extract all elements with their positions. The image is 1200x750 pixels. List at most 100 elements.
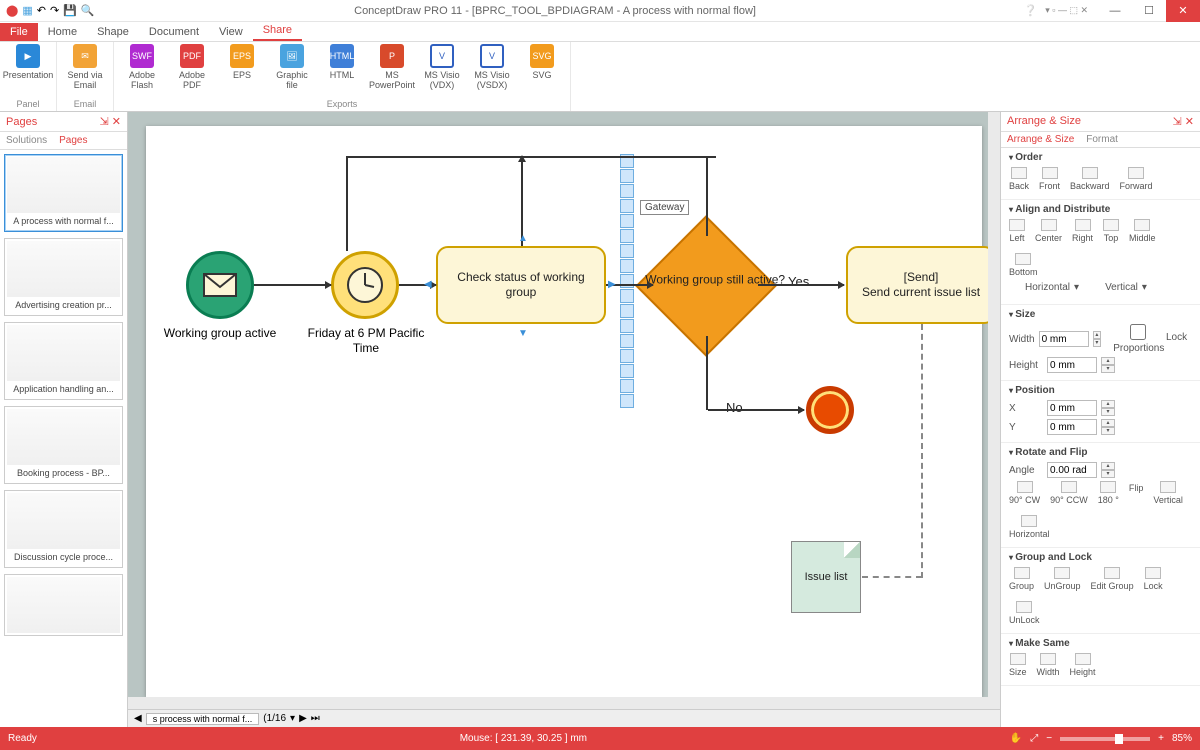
order-front-button[interactable]: Front	[1039, 167, 1060, 191]
order-back-button[interactable]: Back	[1009, 167, 1029, 191]
align-bottom-button[interactable]: Bottom	[1009, 253, 1038, 277]
qat-undo-icon[interactable]: ↶	[37, 4, 46, 17]
task-check-status[interactable]: Check status of working group	[436, 246, 606, 324]
direction-handle-down[interactable]: ▼	[518, 328, 528, 339]
order-forward-button[interactable]: Forward	[1120, 167, 1153, 191]
connector[interactable]	[346, 156, 348, 251]
pos-y-input[interactable]	[1047, 419, 1097, 435]
page-thumb-3[interactable]: Application handling an...	[4, 322, 123, 400]
task-send-issue[interactable]: [Send]Send current issue list	[846, 246, 996, 324]
connector[interactable]	[706, 156, 708, 236]
association[interactable]	[921, 324, 923, 578]
zoom-fit-icon[interactable]: ⤢	[1030, 733, 1038, 744]
rotate-cw-button[interactable]: 90° CW	[1009, 481, 1040, 505]
page-thumb-2[interactable]: Advertising creation pr...	[4, 238, 123, 316]
ungroup-button[interactable]: UnGroup	[1044, 567, 1081, 591]
pages-close-icon[interactable]: ✕	[112, 116, 121, 128]
tab-view[interactable]: View	[209, 23, 253, 41]
qat-new-icon[interactable]: ▦	[22, 4, 32, 17]
direction-handle-right[interactable]: ▶	[608, 279, 616, 290]
connector[interactable]	[706, 336, 708, 410]
arrange-pin-icon[interactable]: ⇲	[1173, 116, 1182, 128]
rotate-ccw-button[interactable]: 90° CCW	[1050, 481, 1088, 505]
height-input[interactable]	[1047, 357, 1097, 373]
export-vsdx-button[interactable]: VMS Visio (VSDX)	[470, 44, 514, 99]
page-thumb-5[interactable]: Discussion cycle proce...	[4, 490, 123, 568]
end-event[interactable]	[806, 386, 854, 434]
export-html-button[interactable]: HTMLHTML	[320, 44, 364, 99]
connector[interactable]	[346, 156, 716, 158]
tab-file[interactable]: File	[0, 23, 38, 41]
same-size-button[interactable]: Size	[1009, 653, 1027, 677]
export-pdf-button[interactable]: PDFAdobe PDF	[170, 44, 214, 99]
angle-input[interactable]	[1047, 462, 1097, 478]
qat-find-icon[interactable]: 🔍	[81, 4, 95, 17]
pages-pin-icon[interactable]: ⇲	[100, 116, 109, 128]
export-flash-button[interactable]: SWFAdobe Flash	[120, 44, 164, 99]
export-ppt-button[interactable]: PMS PowerPoint	[370, 44, 414, 99]
pages-tab[interactable]: Pages	[53, 133, 93, 148]
tab-share[interactable]: Share	[253, 21, 302, 41]
canvas-area[interactable]: Working group active Friday at 6 PM Paci…	[128, 112, 1000, 727]
rotate-180-button[interactable]: 180 °	[1098, 481, 1119, 505]
direction-handle-left[interactable]: ◀	[424, 279, 432, 290]
sheet-tab[interactable]: s process with normal f...	[146, 713, 260, 725]
start-event[interactable]	[186, 251, 254, 319]
distribute-vertical[interactable]: Vertical	[1105, 282, 1138, 293]
format-tab[interactable]: Format	[1080, 132, 1124, 147]
pos-x-input[interactable]	[1047, 400, 1097, 416]
width-input[interactable]	[1039, 331, 1089, 347]
association[interactable]	[862, 576, 922, 578]
sheet-dropdown[interactable]: ▾	[290, 713, 295, 724]
send-email-button[interactable]: ✉Send via Email	[63, 44, 107, 99]
sheet-nav-next[interactable]: ▶	[299, 713, 307, 724]
gateway-shape[interactable]: Working group still active?	[656, 236, 756, 336]
group-button[interactable]: Group	[1009, 567, 1034, 591]
qat-redo-icon[interactable]: ↷	[50, 4, 59, 17]
order-backward-button[interactable]: Backward	[1070, 167, 1110, 191]
flip-horizontal-button[interactable]: Horizontal	[1009, 515, 1050, 539]
timer-event[interactable]	[331, 251, 399, 319]
sheet-nav-last[interactable]: ⏭	[311, 713, 320, 724]
tab-document[interactable]: Document	[139, 23, 209, 41]
shape-quick-toolbar[interactable]	[620, 154, 634, 408]
window-maximize-button[interactable]: ☐	[1132, 0, 1166, 22]
flip-vertical-button[interactable]: Vertical	[1153, 481, 1183, 505]
tab-shape[interactable]: Shape	[87, 23, 139, 41]
help-icon[interactable]: ❔	[1016, 4, 1046, 17]
connector[interactable]	[254, 284, 331, 286]
window-close-button[interactable]: ✕	[1166, 0, 1200, 22]
export-eps-button[interactable]: EPSEPS	[220, 44, 264, 99]
page-thumb-6[interactable]	[4, 574, 123, 636]
tab-home[interactable]: Home	[38, 23, 87, 41]
window-minimize-button[interactable]: —	[1098, 0, 1132, 22]
direction-handle-up[interactable]: ▲	[518, 233, 528, 244]
connector[interactable]	[758, 284, 844, 286]
arrange-close-icon[interactable]: ✕	[1185, 116, 1194, 128]
sheet-nav-prev[interactable]: ◀	[134, 713, 142, 724]
qat-save-icon[interactable]: 💾	[63, 4, 77, 17]
align-top-button[interactable]: Top	[1103, 219, 1119, 243]
align-right-button[interactable]: Right	[1072, 219, 1093, 243]
arrange-tab[interactable]: Arrange & Size	[1001, 132, 1080, 147]
export-vdx-button[interactable]: VMS Visio (VDX)	[420, 44, 464, 99]
data-object-note[interactable]: Issue list	[791, 541, 861, 613]
hand-tool-icon[interactable]: ✋	[1010, 733, 1022, 744]
zoom-slider[interactable]	[1060, 737, 1150, 741]
vertical-scrollbar[interactable]	[988, 112, 1000, 697]
zoom-level[interactable]: 85%	[1172, 733, 1192, 744]
page-thumb-4[interactable]: Booking process - BP...	[4, 406, 123, 484]
export-graphic-button[interactable]: 🖼Graphic file	[270, 44, 314, 99]
unlock-button[interactable]: UnLock	[1009, 601, 1040, 625]
same-width-button[interactable]: Width	[1037, 653, 1060, 677]
ribbon-collapse-icon[interactable]: ▾ ▫ — ⬚ ✕	[1045, 5, 1088, 16]
align-center-button[interactable]: Center	[1035, 219, 1062, 243]
same-height-button[interactable]: Height	[1070, 653, 1096, 677]
distribute-horizontal[interactable]: Horizontal	[1025, 282, 1070, 293]
connector[interactable]	[708, 409, 804, 411]
horizontal-scrollbar[interactable]	[128, 697, 1000, 709]
solutions-tab[interactable]: Solutions	[0, 133, 53, 148]
edit-group-button[interactable]: Edit Group	[1091, 567, 1134, 591]
export-svg-button[interactable]: SVGSVG	[520, 44, 564, 99]
drawing-canvas[interactable]: Working group active Friday at 6 PM Paci…	[146, 126, 982, 697]
